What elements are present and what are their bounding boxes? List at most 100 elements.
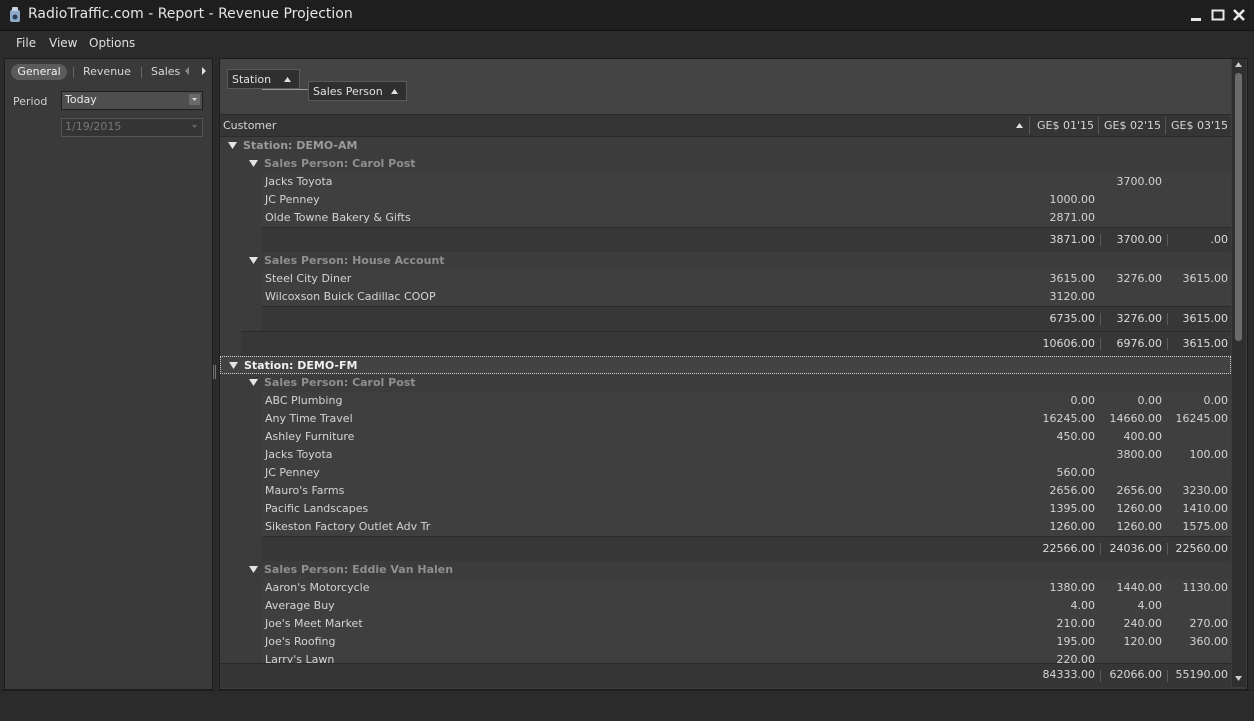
table-row[interactable]: Wilcoxson Buick Cadillac COOP 3120.00 — [262, 288, 1231, 306]
menu-view[interactable]: View — [49, 36, 77, 50]
grid-header: Customer GE$ 01'15 GE$ 02'15 GE$ 03'15 — [220, 115, 1231, 137]
menu-bar: File View Options — [0, 31, 1254, 56]
table-row[interactable]: JC Penney 1000.00 — [262, 191, 1231, 209]
column-divider — [1167, 234, 1168, 246]
column-header-jan[interactable]: GE$ 01'15 — [1029, 119, 1094, 132]
station-group-row[interactable]: Station: DEMO-AM — [220, 137, 1231, 155]
tab-general[interactable]: General — [11, 64, 67, 80]
column-divider — [1100, 338, 1101, 350]
customer-name: JC Penney — [265, 193, 320, 206]
salesperson-group-row[interactable]: Sales Person: House Account — [241, 252, 1231, 270]
cell-value: 3615.00 — [1182, 312, 1229, 325]
group-salesperson-button[interactable]: Sales Person — [308, 81, 407, 101]
table-row[interactable]: Average Buy 4.00 4.00 — [262, 597, 1231, 615]
cell-value: 24036.00 — [1109, 542, 1163, 555]
customer-name: Pacific Landscapes — [265, 502, 369, 515]
cell-value: 0.00 — [1137, 394, 1163, 407]
table-row[interactable]: JC Penney 560.00 — [262, 464, 1231, 482]
table-row[interactable]: Any Time Travel 16245.00 14660.00 16245.00 — [262, 410, 1231, 428]
customer-name: Wilcoxson Buick Cadillac COOP — [265, 290, 436, 303]
salesperson-group-row[interactable]: Sales Person: Carol Post — [241, 374, 1231, 392]
column-divider — [1100, 313, 1101, 325]
cell-value: 120.00 — [1123, 635, 1163, 648]
cell-value: 1395.00 — [1049, 502, 1096, 515]
window-title: RadioTraffic.com - Report - Revenue Proj… — [28, 6, 353, 22]
expand-collapse-icon[interactable] — [249, 374, 258, 394]
cell-value: 0.00 — [1070, 394, 1096, 407]
cell-value: 4.00 — [1070, 599, 1096, 612]
column-divider — [1100, 543, 1101, 555]
chevron-down-icon[interactable] — [189, 94, 200, 105]
chevron-down-icon[interactable] — [189, 121, 200, 132]
report-grid-panel: Station Sales Person Customer GE$ 01'15 … — [219, 58, 1248, 690]
panel-splitter[interactable] — [213, 365, 217, 379]
salesperson-group-label: Sales Person: Eddie Van Halen — [264, 563, 454, 576]
table-row[interactable]: Jacks Toyota 3800.00 100.00 — [262, 446, 1231, 464]
table-row[interactable]: Mauro's Farms 2656.00 2656.00 3230.00 — [262, 482, 1231, 500]
cell-value: 3120.00 — [1049, 290, 1096, 303]
cell-value: 10606.00 — [1042, 337, 1096, 350]
date-picker[interactable]: 1/19/2015 — [61, 118, 203, 137]
expand-collapse-icon[interactable] — [228, 137, 237, 157]
scroll-up-icon[interactable] — [1235, 62, 1242, 67]
scroll-down-icon[interactable] — [1235, 676, 1242, 681]
period-select[interactable]: Today — [61, 91, 203, 110]
tab-divider — [141, 67, 142, 78]
column-header-mar[interactable]: GE$ 03'15 — [1163, 119, 1228, 132]
group-station-button[interactable]: Station — [227, 69, 300, 89]
station-group-label: Station: DEMO-AM — [243, 139, 358, 152]
tab-scroll-left-icon[interactable] — [184, 67, 190, 75]
table-row[interactable]: Jacks Toyota 3700.00 — [262, 173, 1231, 191]
column-header-feb[interactable]: GE$ 02'15 — [1096, 119, 1161, 132]
minimize-icon[interactable] — [1188, 7, 1204, 23]
tab-revenue[interactable]: Revenue — [83, 64, 131, 80]
menu-file[interactable]: File — [16, 36, 36, 50]
customer-name: Any Time Travel — [265, 412, 353, 425]
cell-value: 2656.00 — [1116, 484, 1163, 497]
cell-value: 4.00 — [1137, 599, 1163, 612]
tab-divider — [73, 67, 74, 78]
table-row[interactable]: Aaron's Motorcycle 1380.00 1440.00 1130.00 — [262, 579, 1231, 597]
table-row[interactable]: Steel City Diner 3615.00 3276.00 3615.00 — [262, 270, 1231, 288]
cell-value: 16245.00 — [1175, 412, 1229, 425]
expand-collapse-icon[interactable] — [249, 561, 258, 581]
table-row[interactable]: Joe's Roofing 195.00 120.00 360.00 — [262, 633, 1231, 651]
salesperson-subtotal-row: 22566.00 24036.00 22560.00 — [262, 536, 1231, 561]
table-row[interactable]: Sikeston Factory Outlet Adv Tr 1260.00 126… — [262, 518, 1231, 536]
table-row[interactable]: Pacific Landscapes 1395.00 1260.00 1410.00 — [262, 500, 1231, 518]
table-row[interactable]: Larry's Lawn 220.00 — [262, 651, 1231, 663]
tab-sales[interactable]: Sales — [151, 64, 180, 80]
scrollbar-thumb[interactable] — [1235, 73, 1242, 341]
cell-value: 3800.00 — [1116, 448, 1163, 461]
salesperson-group-row[interactable]: Sales Person: Eddie Van Halen — [241, 561, 1231, 579]
table-row[interactable]: Joe's Meet Market 210.00 240.00 270.00 — [262, 615, 1231, 633]
maximize-icon[interactable] — [1210, 7, 1226, 23]
customer-name: Ashley Furniture — [265, 430, 355, 443]
close-icon[interactable] — [1231, 7, 1247, 23]
column-header-customer[interactable]: Customer — [223, 119, 276, 132]
grid-body: Station: DEMO-AM Sales Person: Carol Post… — [220, 137, 1231, 663]
cell-value: 3700.00 — [1116, 233, 1163, 246]
cell-value: 3871.00 — [1049, 233, 1096, 246]
table-row[interactable]: ABC Plumbing 0.00 0.00 0.00 — [262, 392, 1231, 410]
cell-value: .00 — [1210, 233, 1229, 246]
group-salesperson-label: Sales Person — [313, 85, 383, 98]
cell-value: 3615.00 — [1182, 337, 1229, 350]
table-row[interactable]: Olde Towne Bakery & Gifts 2871.00 — [262, 209, 1231, 227]
customer-name: Sikeston Factory Outlet Adv Tr — [265, 520, 431, 533]
sort-asc-icon — [284, 77, 291, 82]
grand-total-mar: 55190.00 — [1175, 668, 1229, 681]
expand-collapse-icon[interactable] — [249, 252, 258, 272]
expand-collapse-icon[interactable] — [249, 155, 258, 175]
table-row[interactable]: Ashley Furniture 450.00 400.00 — [262, 428, 1231, 446]
cell-value: 3615.00 — [1049, 272, 1096, 285]
cell-value: 1260.00 — [1049, 520, 1096, 533]
vertical-scrollbar[interactable] — [1232, 59, 1246, 687]
salesperson-group-row[interactable]: Sales Person: Carol Post — [241, 155, 1231, 173]
station-group-row[interactable]: Station: DEMO-FM — [220, 356, 1231, 374]
tab-scroll-right-icon[interactable] — [201, 67, 207, 75]
cell-value: 1575.00 — [1182, 520, 1229, 533]
menu-options[interactable]: Options — [89, 36, 135, 50]
expand-collapse-icon[interactable] — [229, 357, 238, 377]
cell-value: 22560.00 — [1175, 542, 1229, 555]
